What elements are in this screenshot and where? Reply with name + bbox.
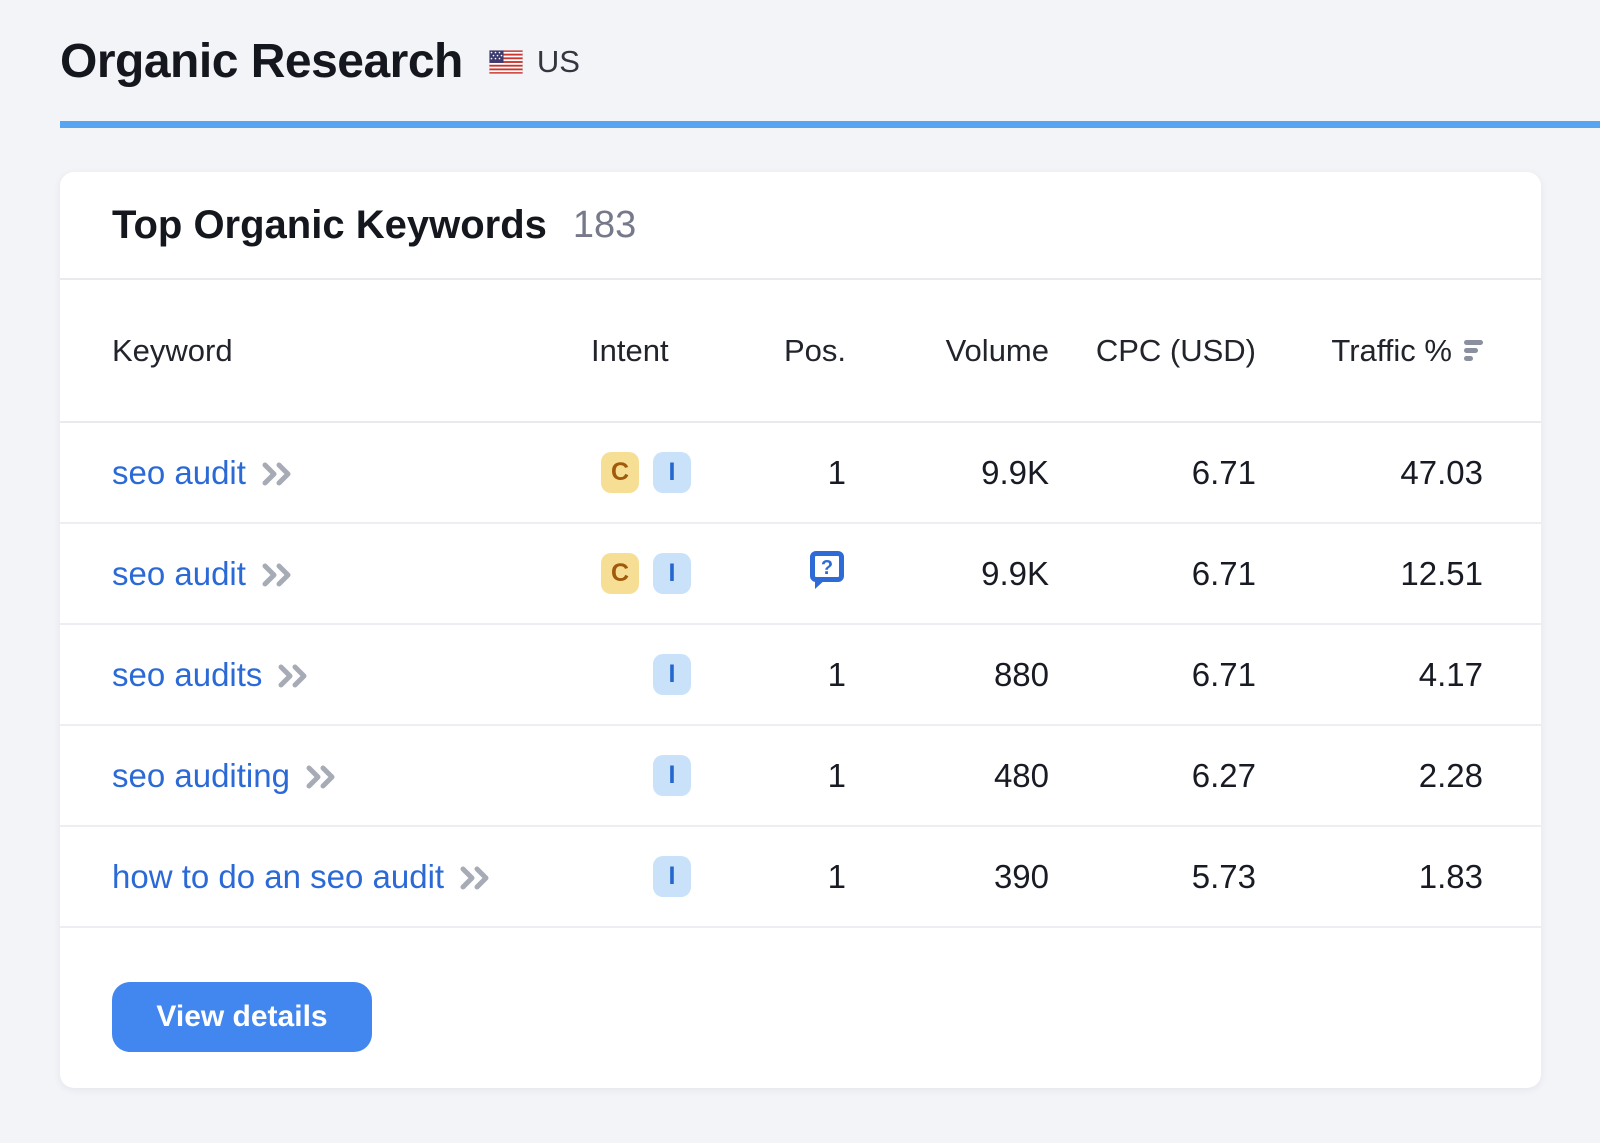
intent-badge-commercial[interactable]: C (601, 452, 639, 493)
intent-badge-commercial[interactable]: C (601, 553, 639, 594)
top-organic-keywords-card: Top Organic Keywords 183 Keyword Intent … (60, 172, 1541, 1088)
cpc-value: 6.71 (1049, 656, 1256, 694)
country-label: US (537, 44, 580, 80)
table-row: seo auditing I 1 480 6.27 2.28 (60, 726, 1541, 827)
table-row: seo audit C I 1 9.9K 6.71 47.03 (60, 423, 1541, 524)
traffic-value: 4.17 (1256, 656, 1483, 694)
cpc-value: 6.27 (1049, 757, 1256, 795)
intent-badge-informational[interactable]: I (653, 755, 691, 796)
cpc-value: 5.73 (1049, 858, 1256, 896)
double-chevron-icon (261, 461, 295, 487)
card-footer: View details (60, 928, 1541, 1052)
view-details-button[interactable]: View details (112, 982, 372, 1052)
column-header-intent: Intent (591, 333, 691, 369)
table-row: seo audits I 1 880 6.71 4.17 (60, 625, 1541, 726)
keyword-link[interactable]: seo audit (112, 555, 295, 593)
keyword-text: seo auditing (112, 757, 290, 795)
table-row: how to do an seo audit I 1 390 5.73 1.83 (60, 827, 1541, 928)
column-header-keyword: Keyword (112, 333, 591, 369)
svg-text:?: ? (821, 557, 833, 579)
position-value: 1 (691, 757, 846, 795)
intent-badge-informational[interactable]: I (653, 452, 691, 493)
keyword-text: seo audits (112, 656, 262, 694)
cpc-value: 6.71 (1049, 555, 1256, 593)
position-value: 1 (691, 454, 846, 492)
traffic-value: 1.83 (1256, 858, 1483, 896)
volume-value: 390 (846, 858, 1049, 896)
page-title: Organic Research (60, 34, 463, 89)
column-header-pos: Pos. (691, 333, 846, 369)
page-header: Organic Research (0, 0, 1600, 89)
keyword-text: seo audit (112, 454, 246, 492)
traffic-value: 2.28 (1256, 757, 1483, 795)
table-row: seo audit C I ? 9.9K 6.71 12.51 (60, 524, 1541, 625)
table-header-row: Keyword Intent Pos. Volume CPC (USD) Tra… (60, 280, 1541, 423)
keyword-link[interactable]: seo audits (112, 656, 311, 694)
volume-value: 9.9K (846, 454, 1049, 492)
people-also-ask-icon[interactable]: ? (808, 549, 846, 598)
intent-badge-informational[interactable]: I (653, 654, 691, 695)
card-title: Top Organic Keywords (112, 203, 547, 248)
volume-value: 480 (846, 757, 1049, 795)
column-header-traffic-label: Traffic % (1331, 333, 1452, 369)
column-header-traffic[interactable]: Traffic % (1256, 333, 1483, 369)
keyword-link[interactable]: seo auditing (112, 757, 339, 795)
header-accent-line (60, 121, 1600, 128)
traffic-value: 12.51 (1256, 555, 1483, 593)
keywords-count: 183 (573, 204, 636, 247)
traffic-value: 47.03 (1256, 454, 1483, 492)
keyword-link[interactable]: how to do an seo audit (112, 858, 493, 896)
sort-desc-icon (1464, 340, 1483, 361)
volume-value: 880 (846, 656, 1049, 694)
intent-badge-informational[interactable]: I (653, 553, 691, 594)
double-chevron-icon (305, 764, 339, 790)
cpc-value: 6.71 (1049, 454, 1256, 492)
position-value: 1 (691, 656, 846, 694)
keyword-text: seo audit (112, 555, 246, 593)
double-chevron-icon (277, 663, 311, 689)
double-chevron-icon (261, 562, 295, 588)
card-header: Top Organic Keywords 183 (60, 172, 1541, 280)
keyword-link[interactable]: seo audit (112, 454, 295, 492)
volume-value: 9.9K (846, 555, 1049, 593)
intent-badge-informational[interactable]: I (653, 856, 691, 897)
column-header-volume: Volume (846, 333, 1049, 369)
keyword-text: how to do an seo audit (112, 858, 444, 896)
double-chevron-icon (459, 865, 493, 891)
column-header-cpc: CPC (USD) (1049, 333, 1256, 369)
position-value: 1 (691, 858, 846, 896)
us-flag-icon (489, 50, 523, 74)
